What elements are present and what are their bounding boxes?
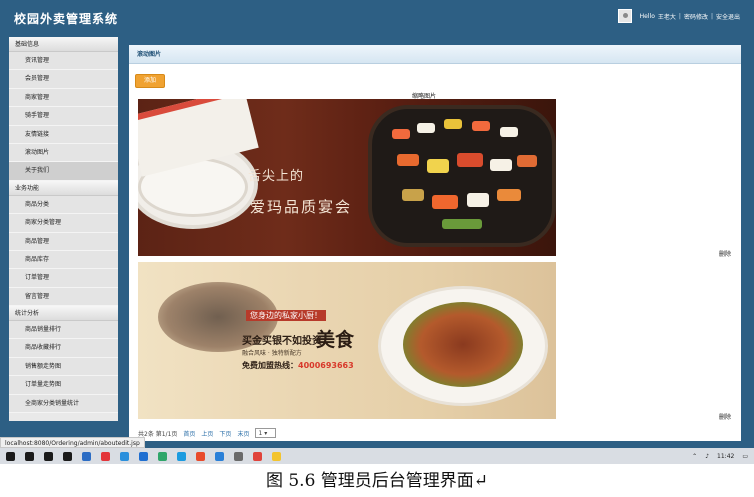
sidebar-item-revenue-trend[interactable]: 销售额走势图 — [9, 357, 118, 377]
pagination: 共2条 第1/1页 首页 上页 下页 末页 1 ▾ — [138, 428, 282, 438]
hotline-number: 4000693663 — [298, 361, 354, 370]
sidebar-item-about[interactable]: 关于我们 — [9, 162, 118, 181]
separator: | — [678, 12, 681, 20]
pager-next[interactable]: 下页 — [219, 429, 231, 438]
taskbar-app-icon[interactable] — [25, 451, 34, 461]
sushi-piece — [444, 119, 462, 129]
pager-last[interactable]: 末页 — [237, 429, 249, 438]
sidebar-item-links[interactable]: 友情链接 — [9, 125, 118, 144]
chevron-up-icon[interactable]: ⌃ — [692, 453, 697, 460]
main-panel: 滚动图片 添加 缩略图片 舌尖上的 爱玛品质宴会 删除 您身边的私家小厨！ 买金… — [129, 45, 741, 441]
sidebar-item-members[interactable]: 会员管理 — [9, 70, 118, 89]
taskbar-app-icon[interactable] — [215, 451, 224, 461]
sushi-piece — [457, 153, 483, 167]
banner1-subheadline: 爱玛品质宴会 — [250, 198, 353, 216]
sushi-piece — [402, 189, 424, 201]
taskbar-app-icon[interactable] — [44, 451, 53, 461]
avatar — [617, 9, 632, 23]
sushi-piece — [497, 189, 521, 201]
pager-first[interactable]: 首页 — [183, 429, 195, 438]
sidebar-item-merchants[interactable]: 商家管理 — [9, 88, 118, 108]
sushi-piece — [432, 195, 458, 209]
taskbar-app-icon[interactable] — [177, 451, 186, 461]
taskbar-app-icon[interactable] — [101, 451, 110, 461]
sushi-piece — [500, 127, 518, 137]
status-url: localhost:8080/Ordering/admin/aboutedit.… — [0, 437, 145, 448]
logout-link[interactable]: 安全退出 — [716, 12, 740, 21]
banner2-slogan: 买金买银不如投资 — [242, 336, 322, 347]
taskbar: ⌃ ♪ 11:42 ▭ — [0, 448, 754, 464]
browser-screenshot: 校园外卖管理系统 Hello 王老大 | 密码修改 | 安全退出 基础信息 资讯… — [0, 0, 754, 464]
sushi-piece — [442, 219, 482, 229]
sidebar-item-categories[interactable]: 商品分类 — [9, 195, 118, 215]
taskbar-app-icon[interactable] — [158, 451, 167, 461]
app-title: 校园外卖管理系统 — [14, 12, 119, 26]
banner2-hotline: 免费加盟热线：4000693663 — [242, 360, 354, 371]
food-shape — [403, 302, 523, 387]
sushi-piece — [472, 121, 490, 131]
banner2-badge: 您身边的私家小厨！ — [246, 310, 326, 321]
add-button[interactable]: 添加 — [135, 74, 165, 88]
sidebar-item-merchant-categories[interactable]: 商家分类管理 — [9, 214, 118, 233]
banner2-subtitle: 融合风味 · 独特新配方 — [242, 350, 302, 357]
taskbar-app-icon[interactable] — [234, 451, 243, 461]
taskbar-app-icon[interactable] — [63, 451, 72, 461]
top-bar: 校园外卖管理系统 Hello 王老大 | 密码修改 | 安全退出 — [0, 0, 754, 36]
user-name: 王老大 — [657, 13, 676, 21]
sushi-piece — [490, 159, 512, 171]
pager-prev[interactable]: 上页 — [201, 429, 213, 438]
sushi-piece — [467, 193, 489, 207]
sidebar-item-sales-rank[interactable]: 商品销量排行 — [9, 321, 118, 340]
speaker-icon[interactable]: ♪ — [705, 453, 709, 460]
sidebar-item-order-trend[interactable]: 订单量走势图 — [9, 376, 118, 395]
sidebar-item-favorites-rank[interactable]: 商品收藏排行 — [9, 339, 118, 358]
page-select-value: 1 — [258, 429, 263, 437]
sushi-piece — [517, 155, 537, 167]
hotline-label: 免费加盟热线： — [242, 361, 298, 370]
sushi-piece — [397, 154, 419, 166]
sidebar: 基础信息 资讯管理 会员管理 商家管理 骑手管理 友情链接 滚动图片 关于我们 … — [9, 37, 118, 421]
chevron-down-icon: ▾ — [264, 429, 268, 437]
banner2-brand: 美食 — [316, 329, 355, 351]
taskbar-app-icon[interactable] — [82, 451, 91, 461]
sushi-piece — [392, 129, 410, 139]
sidebar-item-merchant-stats[interactable]: 全商家分类销量统计 — [9, 394, 118, 414]
sidebar-item-stock[interactable]: 商品库存 — [9, 250, 118, 270]
sidebar-item-news[interactable]: 资讯管理 — [9, 52, 118, 71]
change-password-link[interactable]: 密码修改 — [684, 12, 708, 21]
system-tray: ⌃ ♪ 11:42 ▭ — [684, 448, 748, 464]
sushi-piece — [417, 123, 435, 133]
carousel-image-2: 您身边的私家小厨！ 买金买银不如投资 美食 融合风味 · 独特新配方 免费加盟热… — [138, 262, 556, 419]
user-bar: Hello 王老大 | 密码修改 | 安全退出 — [617, 9, 740, 23]
panel-title: 滚动图片 — [129, 45, 741, 64]
taskbar-app-icon[interactable] — [272, 451, 281, 461]
greeting-text: Hello — [639, 12, 655, 20]
notification-icon[interactable]: ▭ — [742, 453, 748, 460]
clock-time[interactable]: 11:42 — [717, 453, 734, 460]
sushi-tray — [368, 105, 556, 247]
delete-link[interactable]: 删除 — [719, 249, 731, 258]
sidebar-group-stats[interactable]: 统计分析 — [9, 306, 118, 322]
sidebar-item-products[interactable]: 商品管理 — [9, 232, 118, 251]
figure-caption: 图 5.6 管理员后台管理界面↵ — [265, 471, 489, 491]
windows-start-icon[interactable] — [6, 451, 15, 461]
sidebar-group-business[interactable]: 业务功能 — [9, 180, 118, 196]
separator: | — [710, 12, 713, 20]
sushi-piece — [427, 159, 449, 173]
carousel-image-1: 舌尖上的 爱玛品质宴会 — [138, 99, 556, 256]
banner1-headline: 舌尖上的 — [248, 169, 305, 184]
taskbar-app-icon[interactable] — [196, 451, 205, 461]
sidebar-item-messages[interactable]: 留言管理 — [9, 287, 118, 307]
taskbar-app-icon[interactable] — [253, 451, 262, 461]
page-select[interactable]: 1 ▾ — [255, 428, 277, 438]
taskbar-app-icon[interactable] — [120, 451, 129, 461]
sidebar-item-riders[interactable]: 骑手管理 — [9, 107, 118, 126]
sidebar-group-basic[interactable]: 基础信息 — [9, 37, 118, 52]
delete-link[interactable]: 删除 — [719, 412, 731, 421]
taskbar-icons — [0, 451, 281, 461]
sidebar-item-orders[interactable]: 订单管理 — [9, 269, 118, 288]
sidebar-item-carousel[interactable]: 滚动图片 — [9, 143, 118, 163]
taskbar-app-icon[interactable] — [139, 451, 148, 461]
